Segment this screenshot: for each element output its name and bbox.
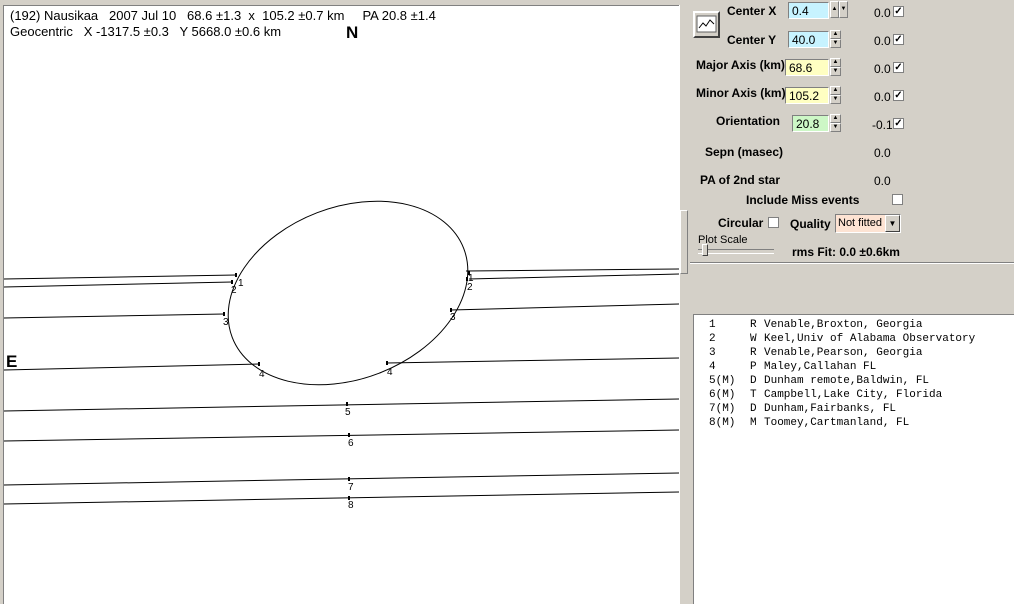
center-x-fit-checkbox[interactable]: ✓ <box>893 6 904 17</box>
orientation-spin-down[interactable]: ▼ <box>830 123 841 132</box>
major-axis-input[interactable] <box>785 59 829 76</box>
major-axis-spin-down[interactable]: ▼ <box>830 67 841 76</box>
orientation-label: Orientation <box>716 114 781 128</box>
major-axis-label: Major Axis (km) <box>696 58 785 72</box>
chord-line-7 <box>4 472 679 486</box>
chord-label-3: 3 <box>223 317 229 328</box>
chord-end-label-3: 3 <box>450 312 456 323</box>
plot-scale-slider[interactable] <box>698 249 774 254</box>
include-miss-label: Include Miss events <box>746 193 860 207</box>
center-y-spinner[interactable]: ▲ ▼ <box>830 30 841 49</box>
center-x-label: Center X <box>727 4 777 18</box>
center-y-input[interactable] <box>788 31 829 48</box>
list-item[interactable]: 1 R Venable,Broxton, Georgia <box>698 318 1014 332</box>
quality-label: Quality <box>790 217 831 231</box>
list-item[interactable]: 4 P Maley,Callahan FL <box>698 360 1014 374</box>
orientation-delta: -0.1 <box>872 118 893 132</box>
minor-axis-fit-checkbox[interactable]: ✓ <box>893 90 904 101</box>
center-y-spin-down[interactable]: ▼ <box>830 39 841 48</box>
chord-line-5 <box>4 398 679 412</box>
chord-end-label-2: 2 <box>467 282 473 293</box>
list-item[interactable]: 2 W Keel,Univ of Alabama Observatory <box>698 332 1014 346</box>
chord-label-4: 4 <box>259 369 265 380</box>
sepn-value: 0.0 <box>874 146 891 160</box>
panel-divider <box>690 262 1014 264</box>
plot-scrollbar[interactable] <box>679 5 688 604</box>
observer-list[interactable]: 1 R Venable,Broxton, Georgia 2 W Keel,Univ o… <box>693 314 1014 604</box>
minor-axis-spinner[interactable]: ▲ ▼ <box>830 86 841 105</box>
minor-axis-spin-up[interactable]: ▲ <box>830 86 841 95</box>
minor-axis-spin-down[interactable]: ▼ <box>830 95 841 104</box>
chord-line-2 <box>4 281 233 288</box>
chord-end-label-4: 4 <box>387 367 393 378</box>
major-axis-spinner[interactable]: ▲ ▼ <box>830 58 841 77</box>
list-item[interactable]: 5(M) D Dunham remote,Baldwin, FL <box>698 374 1014 388</box>
chord-label-1: 1 <box>238 278 244 289</box>
plot-area[interactable]: (192) Nausikaa 2007 Jul 10 68.6 ±1.3 x 1… <box>3 5 679 604</box>
center-y-label: Center Y <box>727 33 777 47</box>
chord-label-7: 7 <box>348 482 354 493</box>
minor-axis-label: Minor Axis (km) <box>696 86 786 100</box>
list-item[interactable]: 6(M) T Campbell,Lake City, Florida <box>698 388 1014 402</box>
east-label: E <box>6 352 17 371</box>
list-item[interactable]: 8(M) M Toomey,Cartmanland, FL <box>698 416 1014 430</box>
plot-tool-button[interactable] <box>693 11 720 38</box>
orientation-fit-checkbox[interactable]: ✓ <box>893 118 904 129</box>
chord-line-1 <box>4 274 237 280</box>
pa-2nd-star-label: PA of 2nd star <box>700 173 781 187</box>
center-x-delta: 0.0 <box>874 6 891 20</box>
major-axis-fit-checkbox[interactable]: ✓ <box>893 62 904 73</box>
center-x-spin-left[interactable]: ▲ <box>830 1 839 18</box>
center-y-spin-up[interactable]: ▲ <box>830 30 841 39</box>
chord-label-5: 5 <box>345 407 351 418</box>
chord-label-8: 8 <box>348 500 354 511</box>
circular-checkbox[interactable] <box>768 217 779 228</box>
chord-line-4 <box>4 363 260 371</box>
list-item[interactable]: 7(M) D Dunham,Fairbanks, FL <box>698 402 1014 416</box>
center-x-spin-right[interactable]: ▼ <box>839 1 848 18</box>
orientation-input[interactable] <box>792 115 829 132</box>
chord-label-2: 2 <box>231 285 237 296</box>
include-miss-checkbox[interactable] <box>892 194 903 205</box>
asteroid-profile-ellipse <box>227 200 469 386</box>
chord-line-8 <box>4 491 679 505</box>
chord-label-6: 6 <box>348 438 354 449</box>
chord-line-2b <box>468 273 679 280</box>
pa-2nd-star-value: 0.0 <box>874 174 891 188</box>
chord-line-6 <box>4 429 679 442</box>
minor-axis-delta: 0.0 <box>874 90 891 104</box>
center-x-spinner[interactable]: ▲ ▼ <box>830 1 849 20</box>
occultation-plot: N E 1 2 3 4 5 6 7 8 1 2 3 4 <box>4 23 679 511</box>
plot-scale-slider-thumb[interactable] <box>701 244 708 256</box>
major-axis-delta: 0.0 <box>874 62 891 76</box>
major-axis-spin-up[interactable]: ▲ <box>830 58 841 67</box>
chord-line-3 <box>4 313 225 319</box>
center-x-input[interactable] <box>788 2 829 19</box>
chart-icon <box>696 15 717 33</box>
north-label: N <box>346 23 358 42</box>
minor-axis-input[interactable] <box>785 87 829 104</box>
chevron-down-icon[interactable]: ▼ <box>885 215 900 232</box>
plot-scrollbar-thumb[interactable] <box>680 210 688 274</box>
circular-label: Circular <box>718 216 764 230</box>
rms-fit-text: rms Fit: 0.0 ±0.6km <box>792 245 900 259</box>
chord-line-4b <box>386 357 679 364</box>
orientation-spinner[interactable]: ▲ ▼ <box>830 114 841 133</box>
center-y-fit-checkbox[interactable]: ✓ <box>893 34 904 45</box>
sepn-label: Sepn (masec) <box>705 145 784 159</box>
quality-dropdown[interactable]: Not fitted ▼ <box>835 214 901 233</box>
orientation-spin-up[interactable]: ▲ <box>830 114 841 123</box>
chord-line-3b <box>450 303 679 311</box>
chord-line-1b <box>465 268 679 272</box>
center-y-delta: 0.0 <box>874 34 891 48</box>
list-item[interactable]: 3 R Venable,Pearson, Georgia <box>698 346 1014 360</box>
quality-selected-value: Not fitted <box>838 217 883 229</box>
